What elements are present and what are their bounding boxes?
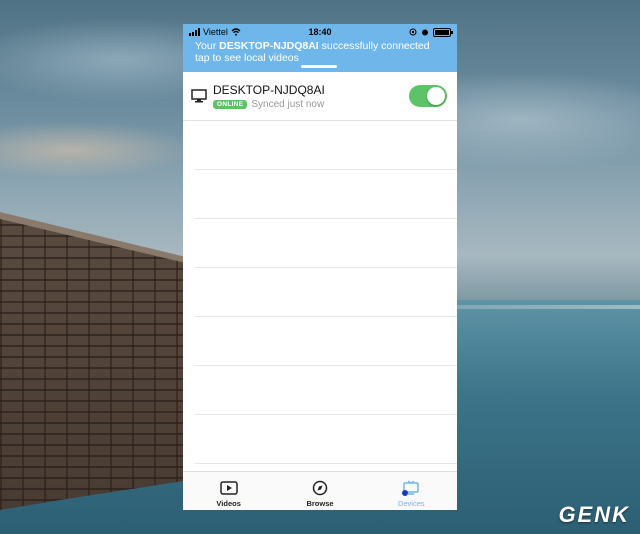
status-bar: Viettel 18:40 <box>183 24 457 40</box>
tab-bar: Videos Browse Devices <box>183 471 457 510</box>
banner-line2: tap to see local videos <box>195 52 299 64</box>
phone-screen: Viettel 18:40 Your DESKTOP-NJDQ8AI succe… <box>183 24 457 510</box>
rotation-lock-icon <box>409 28 417 36</box>
list-row <box>195 219 457 268</box>
tab-browse[interactable]: Browse <box>274 472 365 510</box>
list-row <box>195 170 457 219</box>
tab-devices[interactable]: Devices <box>366 472 457 510</box>
list-row <box>195 268 457 317</box>
list-row <box>195 415 457 464</box>
device-name: DESKTOP-NJDQ8AI <box>213 82 325 97</box>
alarm-icon <box>422 29 428 36</box>
tab-label-videos: Videos <box>216 499 241 508</box>
monitor-icon <box>191 89 207 103</box>
banner-device-name: DESKTOP-NJDQ8AI <box>219 40 319 52</box>
list-row <box>195 317 457 366</box>
tab-label-devices: Devices <box>397 499 425 508</box>
list-row <box>195 121 457 170</box>
sync-status: Synced just now <box>251 98 325 110</box>
battery-icon <box>433 27 453 37</box>
device-row[interactable]: DESKTOP-NJDQ8AI ONLINE Synced just now <box>183 72 457 121</box>
play-icon <box>219 481 238 495</box>
wifi-icon <box>231 28 241 36</box>
carrier-label: Viettel <box>203 27 228 37</box>
tab-label-browse: Browse <box>306 499 334 508</box>
device-sync-toggle[interactable] <box>409 85 447 107</box>
banner-drag-handle[interactable] <box>301 65 337 68</box>
notification-banner[interactable]: Viettel 18:40 Your DESKTOP-NJDQ8AI succe… <box>183 24 457 72</box>
tab-videos[interactable]: Videos <box>183 472 274 510</box>
horizon <box>440 305 640 309</box>
online-badge: ONLINE <box>213 99 248 109</box>
list-row <box>195 366 457 415</box>
compass-icon <box>312 480 328 496</box>
banner-text: Your DESKTOP-NJDQ8AI successfully connec… <box>195 40 430 64</box>
notification-dot <box>401 490 408 496</box>
signal-icon <box>189 28 200 36</box>
watermark: GENK <box>558 502 630 527</box>
